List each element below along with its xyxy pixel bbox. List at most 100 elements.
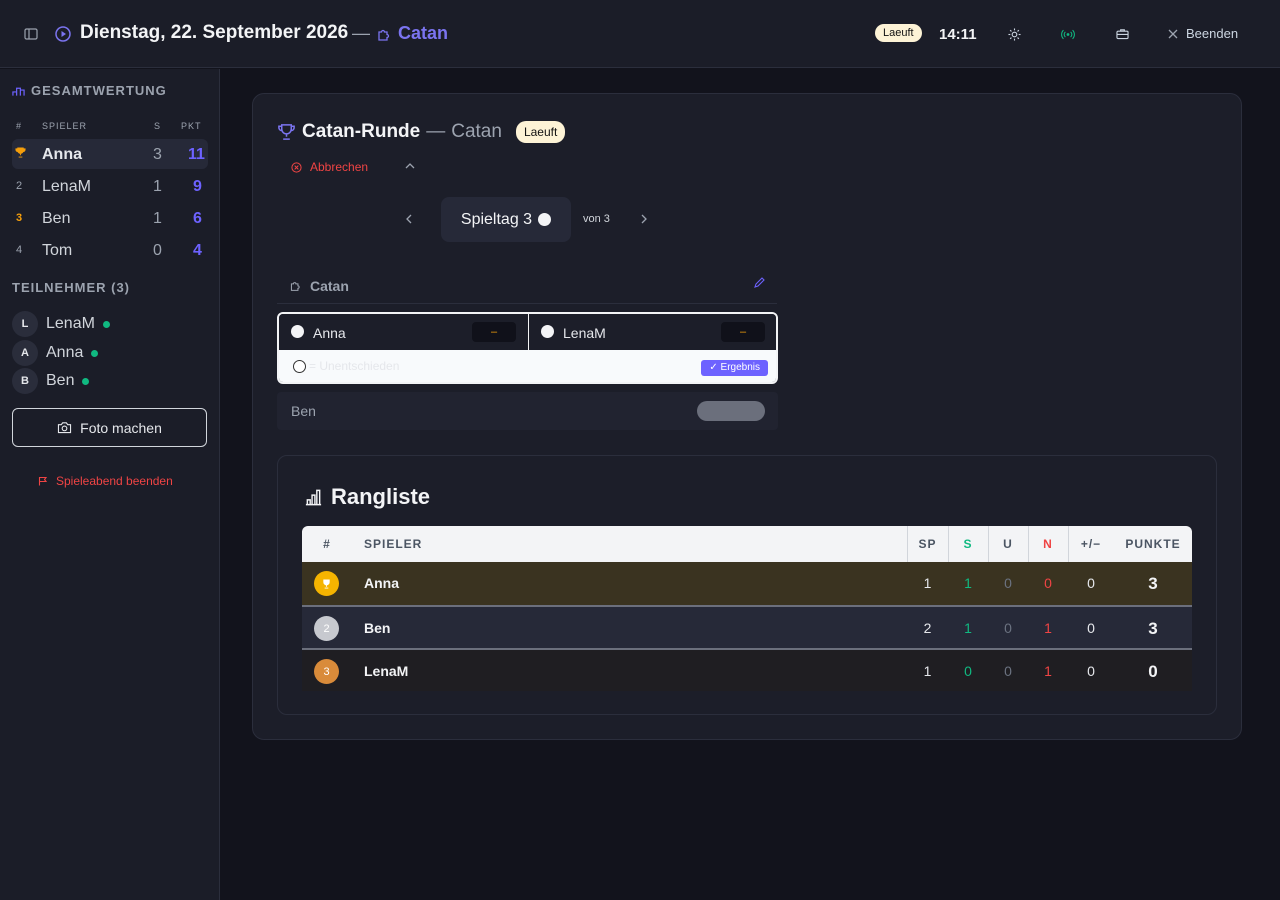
edit-pencil-icon[interactable] [753, 277, 765, 289]
chevron-up-icon[interactable] [405, 162, 415, 169]
trophy-icon [15, 147, 26, 158]
col-losses: N [1043, 537, 1053, 551]
standings-row[interactable]: 4 Tom 0 4 [12, 235, 208, 265]
play-circle-icon [55, 26, 71, 42]
row-player: Ben [364, 620, 391, 636]
row-wins: 1 [964, 620, 972, 636]
standings-col-player: SPIELER [42, 121, 88, 131]
online-indicator [91, 349, 99, 357]
standings-row[interactable]: 3 Ben 1 6 [12, 203, 208, 233]
podium-icon [12, 85, 25, 97]
bye-player: Ben [291, 403, 316, 419]
col-wins: S [963, 537, 973, 551]
clock: 14:11 [939, 26, 977, 43]
standings-wins: 0 [153, 242, 162, 259]
sun-icon[interactable] [1008, 28, 1021, 41]
bye-toggle[interactable] [697, 401, 765, 421]
row-diff: 0 [1087, 620, 1095, 636]
flag-icon [38, 476, 48, 486]
chevron-right-icon[interactable] [641, 214, 648, 224]
submit-result-button[interactable]: ✓ Ergebnis [701, 360, 768, 376]
standings-points: 4 [193, 242, 202, 259]
standings-col-rank: # [16, 121, 23, 131]
row-played: 1 [923, 663, 932, 679]
standings-rank: 4 [16, 244, 23, 256]
standings-rank: 3 [16, 212, 23, 224]
row-losses: 1 [1044, 620, 1052, 636]
row-player: Anna [364, 575, 399, 591]
avatar: B [12, 368, 38, 394]
table-row[interactable]: Anna 1 1 0 0 0 3 [302, 562, 1192, 605]
game-section-header: Catan [277, 268, 777, 304]
row-draws: 0 [1004, 663, 1012, 679]
col-rank: # [323, 537, 331, 551]
round-status-badge: Laeuft [515, 121, 566, 143]
end-evening-button[interactable]: Spieleabend beenden [38, 474, 173, 488]
match-footer: = Unentschieden ✓ Ergebnis [279, 350, 776, 382]
game-section-name: Catan [310, 277, 349, 294]
ranking-card: Rangliste # SPIELER SP S U N +/− PUNKTE [277, 455, 1217, 715]
matchday-total: von 3 [583, 213, 610, 225]
row-diff: 0 [1087, 575, 1095, 591]
col-points: PUNKTE [1125, 537, 1181, 551]
broadcast-icon[interactable] [1061, 28, 1075, 41]
ranking-title: Rangliste [331, 484, 431, 509]
participant-name: Ben [46, 372, 75, 389]
table-row[interactable]: 2 Ben 2 1 0 1 0 3 [302, 605, 1192, 648]
standings-heading: GESAMTWERTUNG [12, 83, 167, 98]
match-player-name: Anna [313, 325, 346, 341]
close-icon [1168, 29, 1178, 39]
quit-label: Beenden [1186, 26, 1239, 41]
matchday-label: Spieltag 3 [460, 210, 533, 228]
standings-wins: 3 [153, 146, 162, 163]
top-bar: Dienstag, 22. September 2026 — Catan Lae… [0, 0, 1280, 68]
participant-item[interactable]: L LenaM [12, 311, 110, 337]
match-card: Anna – LenaM – = Unentschieden ✓ Ergebni… [277, 312, 778, 384]
ranking-heading: Rangliste [304, 484, 430, 510]
match-player-1[interactable]: Anna – [279, 314, 528, 350]
game-link[interactable]: Catan [376, 23, 448, 44]
standings-player: Ben [42, 210, 71, 227]
draw-radio[interactable] [293, 360, 306, 373]
standings-player: Tom [42, 242, 73, 259]
standings-row[interactable]: Anna 3 11 [12, 139, 208, 169]
bar-chart-icon [304, 488, 323, 506]
row-losses: 1 [1044, 663, 1052, 679]
participant-item[interactable]: B Ben [12, 368, 90, 394]
briefcase-icon[interactable] [1116, 28, 1129, 40]
status-badge: Laeuft [875, 24, 922, 42]
rank-badge: 3 [314, 659, 339, 684]
quit-button[interactable]: Beenden [1168, 26, 1238, 41]
score-input[interactable]: – [721, 322, 765, 342]
standings-wins: 1 [153, 178, 162, 195]
winner-radio[interactable] [541, 325, 554, 338]
col-player: SPIELER [364, 537, 423, 551]
score-input[interactable]: – [472, 322, 516, 342]
row-diff: 0 [1087, 663, 1095, 679]
rank-badge: 2 [314, 616, 339, 641]
draw-label: = Unentschieden [309, 359, 400, 373]
matchday-selector[interactable]: Spieltag 3 [441, 197, 571, 242]
avatar: A [12, 340, 38, 366]
camera-icon [57, 421, 72, 434]
winner-radio[interactable] [291, 325, 304, 338]
row-losses: 0 [1044, 575, 1052, 591]
round-name: Catan-Runde [302, 121, 421, 142]
table-header: # SPIELER SP S U N +/− PUNKTE [302, 526, 1192, 562]
standings-player: LenaM [42, 178, 91, 195]
match-player-2[interactable]: LenaM – [528, 314, 776, 350]
participant-name: Anna [46, 344, 84, 361]
standings-player: Anna [42, 146, 82, 163]
chevron-left-icon[interactable] [405, 214, 412, 224]
row-draws: 0 [1004, 620, 1012, 636]
puzzle-icon [289, 279, 302, 292]
sidebar-toggle-icon[interactable] [24, 27, 38, 41]
participant-item[interactable]: A Anna [12, 340, 99, 366]
table-row[interactable]: 3 LenaM 1 0 0 1 0 0 [302, 648, 1192, 691]
online-indicator [82, 377, 90, 385]
abort-button[interactable]: Abbrechen [291, 160, 368, 174]
standings-row[interactable]: 2 LenaM 1 9 [12, 171, 208, 201]
row-points: 3 [1148, 619, 1158, 638]
row-played: 2 [923, 620, 932, 636]
take-photo-button[interactable]: Foto machen [12, 408, 207, 447]
